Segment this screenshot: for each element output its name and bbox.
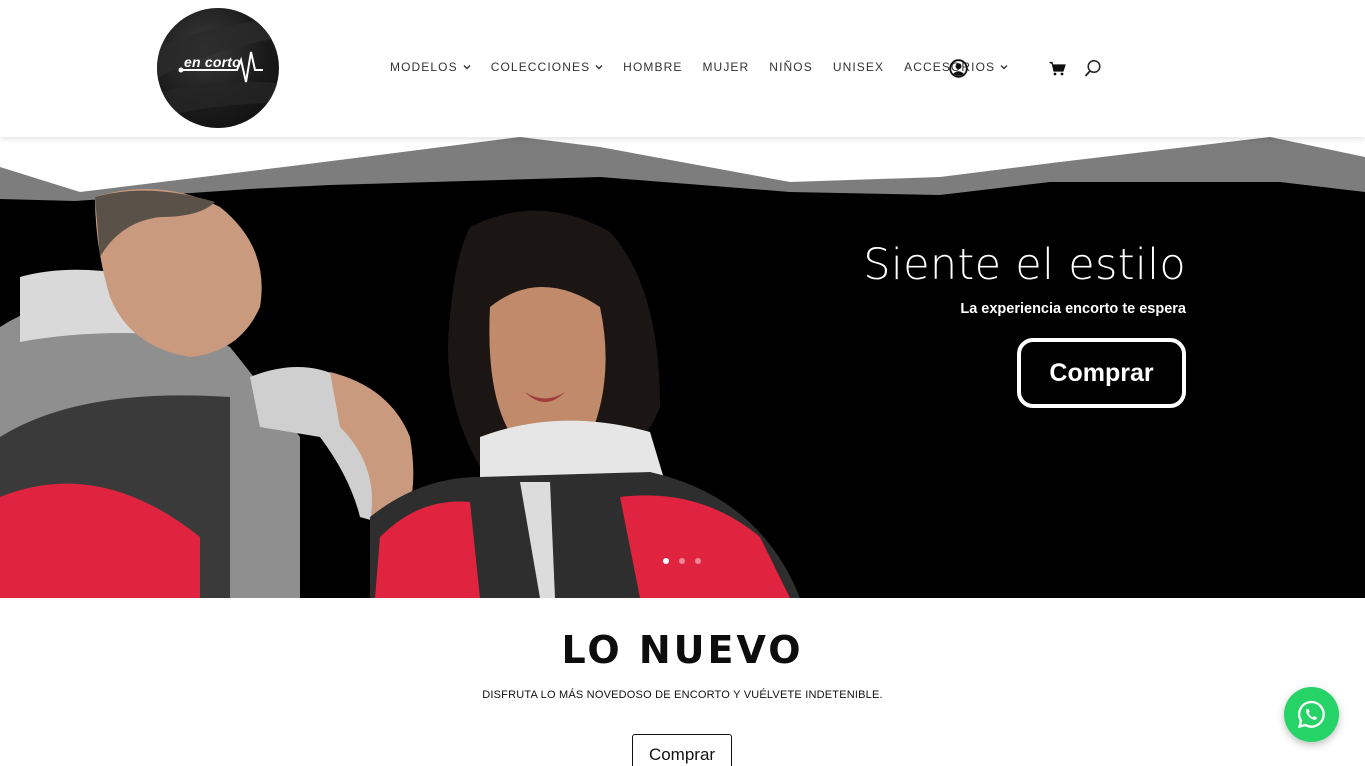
chevron-down-icon [1000,65,1008,70]
hero-buy-button[interactable]: Comprar [1017,338,1186,408]
nav-label: COLECCIONES [490,60,591,74]
main-nav: MODELOS COLECCIONES HOMBRE MUJER NIÑOS U… [390,57,1028,77]
nav-label: MUJER [702,60,750,74]
nav-label: HOMBRE [623,60,683,74]
nav-item-unisex[interactable]: UNISEX [833,60,884,74]
hero-slider: Siente el estilo La experiencia encorto … [0,137,1365,598]
slider-dots [663,558,711,564]
hero-subtitle: La experiencia encorto te espera [960,301,1186,317]
chevron-down-icon [463,65,471,70]
logo-text: en corto [184,54,241,70]
nav-item-modelos[interactable]: MODELOS [390,60,471,74]
slider-dot-3[interactable] [695,558,701,564]
hero-title: Siente el estilo [863,240,1186,290]
nav-item-mujer[interactable]: MUJER [702,60,749,74]
nav-label: MODELOS [390,60,458,74]
cart-icon[interactable] [1049,61,1066,76]
section-title: LO NUEVO [561,628,804,672]
section-subtitle: DISFRUTA LO MÁS NOVEDOSO DE ENCORTO Y VU… [482,689,883,701]
chevron-down-icon [595,65,603,70]
site-header: en corto MODELOS COLECCIONES HOMBRE MUJE… [0,0,1365,137]
slider-dot-2[interactable] [679,558,685,564]
slider-dot-1[interactable] [663,558,669,564]
nav-label: UNISEX [832,60,885,74]
whatsapp-button[interactable] [1284,687,1339,742]
nav-item-colecciones[interactable]: COLECCIONES [491,60,603,74]
whatsapp-icon [1297,700,1325,729]
nav-item-hombre[interactable]: HOMBRE [623,60,682,74]
nav-item-ninos[interactable]: NIÑOS [769,60,813,74]
section-buy-button[interactable]: Comprar [632,734,732,766]
nav-label: NIÑOS [769,60,813,74]
brand-logo[interactable]: en corto [157,8,279,128]
search-icon[interactable] [1084,59,1102,78]
account-icon[interactable] [949,59,968,78]
